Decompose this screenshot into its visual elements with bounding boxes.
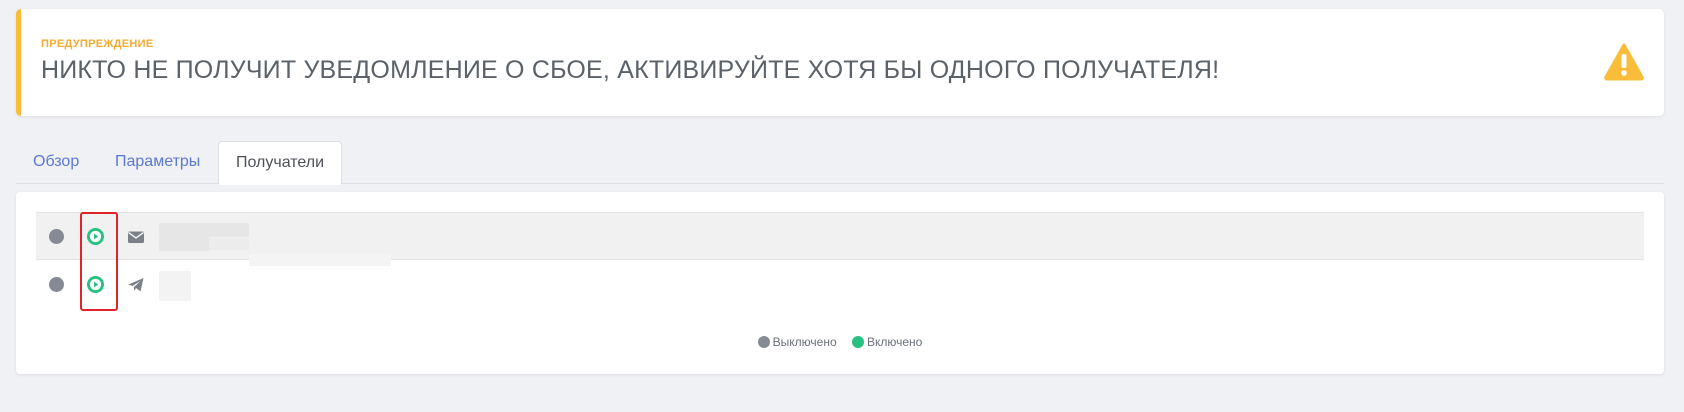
alert-label: ПРЕДУПРЕЖДЕНИЕ <box>41 38 154 50</box>
tab-bar: Обзор Параметры Получатели <box>16 141 1664 185</box>
recipient-row-telegram <box>36 261 1644 309</box>
warning-alert: ПРЕДУПРЕЖДЕНИЕ НИКТО НЕ ПОЛУЧИТ УВЕДОМЛЕ… <box>16 9 1664 116</box>
tab-overview[interactable]: Обзор <box>16 141 96 184</box>
redacted-recipient-detail <box>159 237 209 251</box>
redacted-recipient-name <box>159 271 191 301</box>
play-icon <box>89 278 102 291</box>
paper-plane-icon <box>128 278 144 292</box>
legend-on: Включено <box>851 335 923 349</box>
legend-off-label: Выключено <box>772 335 837 349</box>
activate-recipient-button[interactable] <box>87 276 104 293</box>
envelope-icon <box>128 231 144 243</box>
tab-parameters[interactable]: Параметры <box>98 141 217 184</box>
legend-off: Выключено <box>757 335 837 349</box>
legend-on-dot <box>851 336 864 348</box>
redacted-recipient-name <box>159 223 249 237</box>
recipient-row-email <box>36 212 1644 266</box>
redacted-recipient-detail <box>209 238 249 250</box>
status-off-dot <box>49 229 64 244</box>
legend-on-label: Включено <box>866 335 923 349</box>
tab-recipients[interactable]: Получатели <box>218 141 343 185</box>
legend-off-dot <box>757 336 770 348</box>
alert-message: НИКТО НЕ ПОЛУЧИТ УВЕДОМЛЕНИЕ О СБОЕ, АКТ… <box>41 56 1220 84</box>
recipients-panel: Выключено Включено <box>16 192 1664 374</box>
activate-recipient-button[interactable] <box>87 228 104 245</box>
status-off-dot <box>49 277 64 292</box>
play-icon <box>89 230 102 243</box>
warning-triangle-icon <box>1604 43 1644 81</box>
status-legend: Выключено Включено <box>16 335 1664 349</box>
